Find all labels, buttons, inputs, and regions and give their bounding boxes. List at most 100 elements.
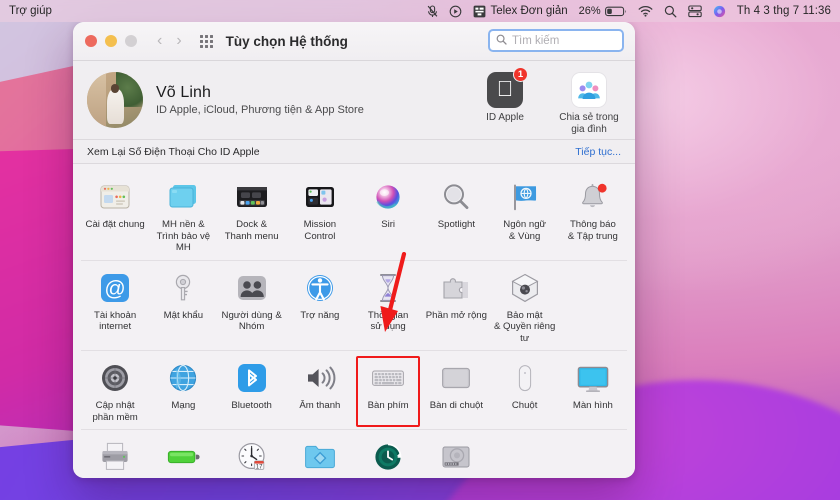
pane-printers-scanners[interactable]: Máy in & Máy quét [81, 435, 149, 478]
pane-label: Phần mở rộng [425, 309, 487, 321]
pane-siri[interactable]: Siri [354, 175, 422, 256]
pane-label: Mạng [171, 400, 196, 411]
apple-id-button[interactable]:  1 ID Apple [473, 67, 537, 135]
search-input[interactable]: Tìm kiếm [488, 29, 624, 52]
pane-time-machine[interactable]: Time Machine [354, 435, 422, 478]
pane-row-3: Cập nhật phần mềm Mạng Bluetooth Âm than… [81, 351, 627, 430]
search-icon [496, 34, 507, 48]
pane-label: Màn hình [572, 400, 613, 411]
minimize-button[interactable] [105, 35, 117, 47]
sharing-icon [302, 439, 338, 475]
playback-circle-icon[interactable] [449, 5, 462, 18]
back-button[interactable]: ‹ [157, 33, 162, 49]
pane-startup-disk[interactable]: Ổ đĩa Khởi động [422, 435, 490, 478]
pane-sharing[interactable]: Chia sẻ [286, 435, 354, 478]
page-title: Tùy chọn Hệ thống [225, 33, 348, 49]
account-subtitle: ID Apple, iCloud, Phương tiện & App Stor… [156, 104, 364, 116]
pane-sound[interactable]: Âm thanh [286, 356, 354, 425]
pane-internet-accounts[interactable]: @ Tài khoản internet [81, 266, 149, 347]
battery-status[interactable]: 26% [579, 5, 627, 17]
passwords-icon [165, 270, 201, 306]
pane-empty [559, 435, 627, 478]
pane-battery[interactable]: Pin [149, 435, 217, 478]
internet-accounts-icon: @ [97, 270, 133, 306]
general-icon [97, 179, 133, 215]
pane-empty [491, 435, 559, 478]
family-sharing-label: Chia sẻ trong gia đình [559, 112, 619, 135]
pane-accessibility[interactable]: Trợ năng [286, 266, 354, 347]
pane-bluetooth[interactable]: Bluetooth [218, 356, 286, 425]
avatar[interactable] [87, 72, 143, 128]
siri-icon[interactable] [713, 5, 726, 18]
pane-extensions[interactable]: Phần mở rộng [422, 266, 490, 347]
window-titlebar: ‹ › Tùy chọn Hệ thống Tìm kiếm [73, 22, 635, 61]
pane-spotlight[interactable]: Spotlight [422, 175, 490, 256]
forward-button[interactable]: › [176, 33, 181, 49]
wifi-icon[interactable] [638, 5, 653, 17]
pane-label: Mission Control [303, 219, 337, 242]
alert-strip: Xem Lại Số Điện Thoại Cho ID Apple Tiếp … [73, 139, 635, 164]
pane-dock-menubar[interactable]: Dock & Thanh menu [218, 175, 286, 256]
pane-label: MH nền & Trình bảo vệ MH [156, 219, 211, 253]
pane-security-privacy[interactable]: Bảo mật & Quyền riêng tư [491, 266, 559, 347]
pane-label: Thông báo & Tập trung [567, 219, 618, 242]
pane-label: Bluetooth [231, 400, 272, 411]
pane-language-region[interactable]: Ngôn ngữ & Vùng [491, 175, 559, 256]
pane-screen-time[interactable]: Thời gian sử dụng [354, 266, 422, 347]
pane-users-groups[interactable]: Người dùng & Nhóm [218, 266, 286, 347]
pane-label: Tài khoản internet [94, 309, 137, 333]
pane-label: Người dùng & Nhóm [221, 309, 282, 333]
family-sharing-button[interactable]: Chia sẻ trong gia đình [557, 72, 621, 135]
close-button[interactable] [85, 35, 97, 47]
show-all-grid-icon[interactable] [199, 34, 213, 48]
notification-badge: 1 [513, 67, 528, 82]
pane-passwords[interactable]: Mật khẩu [149, 266, 217, 347]
search-container: Tìm kiếm [488, 29, 624, 52]
pane-mission-control[interactable]: Mission Control [286, 175, 354, 256]
apple-id-icon:  1 [487, 67, 528, 108]
screen-time-icon [370, 270, 406, 306]
desktop: Trợ giúp Telex Đơn giản 26% Th 4 3 thg 7… [0, 0, 840, 500]
displays-icon [575, 360, 611, 396]
pane-label: Thời gian sử dụng [367, 309, 409, 333]
pane-general[interactable]: Cài đặt chung [81, 175, 149, 256]
navigation-buttons: ‹ › [157, 33, 182, 49]
trackpad-icon [438, 360, 474, 396]
avatar-person-body [107, 88, 124, 124]
spotlight-search-icon[interactable] [664, 5, 677, 18]
battery-pref-icon [165, 439, 201, 475]
pane-label: Trợ năng [300, 309, 340, 321]
account-text: Võ Linh ID Apple, iCloud, Phương tiện & … [156, 84, 364, 116]
pane-keyboard[interactable]: Bàn phím [354, 356, 422, 427]
menu-item-help[interactable]: Trợ giúp [9, 5, 52, 17]
pane-row-4: Máy in & Máy quét Pin 17 Ngày & Giờ [81, 430, 627, 478]
pane-network[interactable]: Mạng [149, 356, 217, 425]
pane-software-update[interactable]: Cập nhật phần mềm [81, 356, 149, 425]
microphone-muted-icon[interactable] [427, 4, 438, 18]
apple-id-account-row[interactable]: Võ Linh ID Apple, iCloud, Phương tiện & … [73, 61, 635, 139]
pane-notifications-focus[interactable]: Thông báo & Tập trung [559, 175, 627, 256]
pane-label: Chuột [511, 400, 538, 411]
pane-label: Ngôn ngữ & Vùng [503, 219, 546, 242]
pane-displays[interactable]: Màn hình [559, 356, 627, 425]
zoom-button[interactable] [125, 35, 137, 47]
account-actions:  1 ID Apple [473, 67, 621, 135]
alert-continue-link[interactable]: Tiếp tục... [575, 146, 621, 158]
pane-desktop-screensaver[interactable]: MH nền & Trình bảo vệ MH [149, 175, 217, 256]
pane-label: Bàn di chuột [429, 400, 484, 411]
pane-mouse[interactable]: Chuột [491, 356, 559, 425]
software-update-icon [97, 360, 133, 396]
pane-label: Cập nhật phần mềm [92, 400, 138, 423]
traffic-lights [85, 35, 137, 47]
pane-empty [559, 266, 627, 347]
clock[interactable]: Th 4 3 thg 7 11:36 [737, 5, 831, 17]
sound-icon [302, 360, 338, 396]
security-privacy-icon [507, 270, 543, 306]
accessibility-icon [302, 270, 338, 306]
pane-date-time[interactable]: 17 Ngày & Giờ [218, 435, 286, 478]
pane-trackpad[interactable]: Bàn di chuột [422, 356, 490, 425]
svg-text:17: 17 [255, 465, 262, 471]
menu-bar: Trợ giúp Telex Đơn giản 26% Th 4 3 thg 7… [0, 0, 840, 22]
input-source-indicator[interactable]: Telex Đơn giản [473, 5, 568, 18]
control-center-icon[interactable] [687, 4, 702, 18]
